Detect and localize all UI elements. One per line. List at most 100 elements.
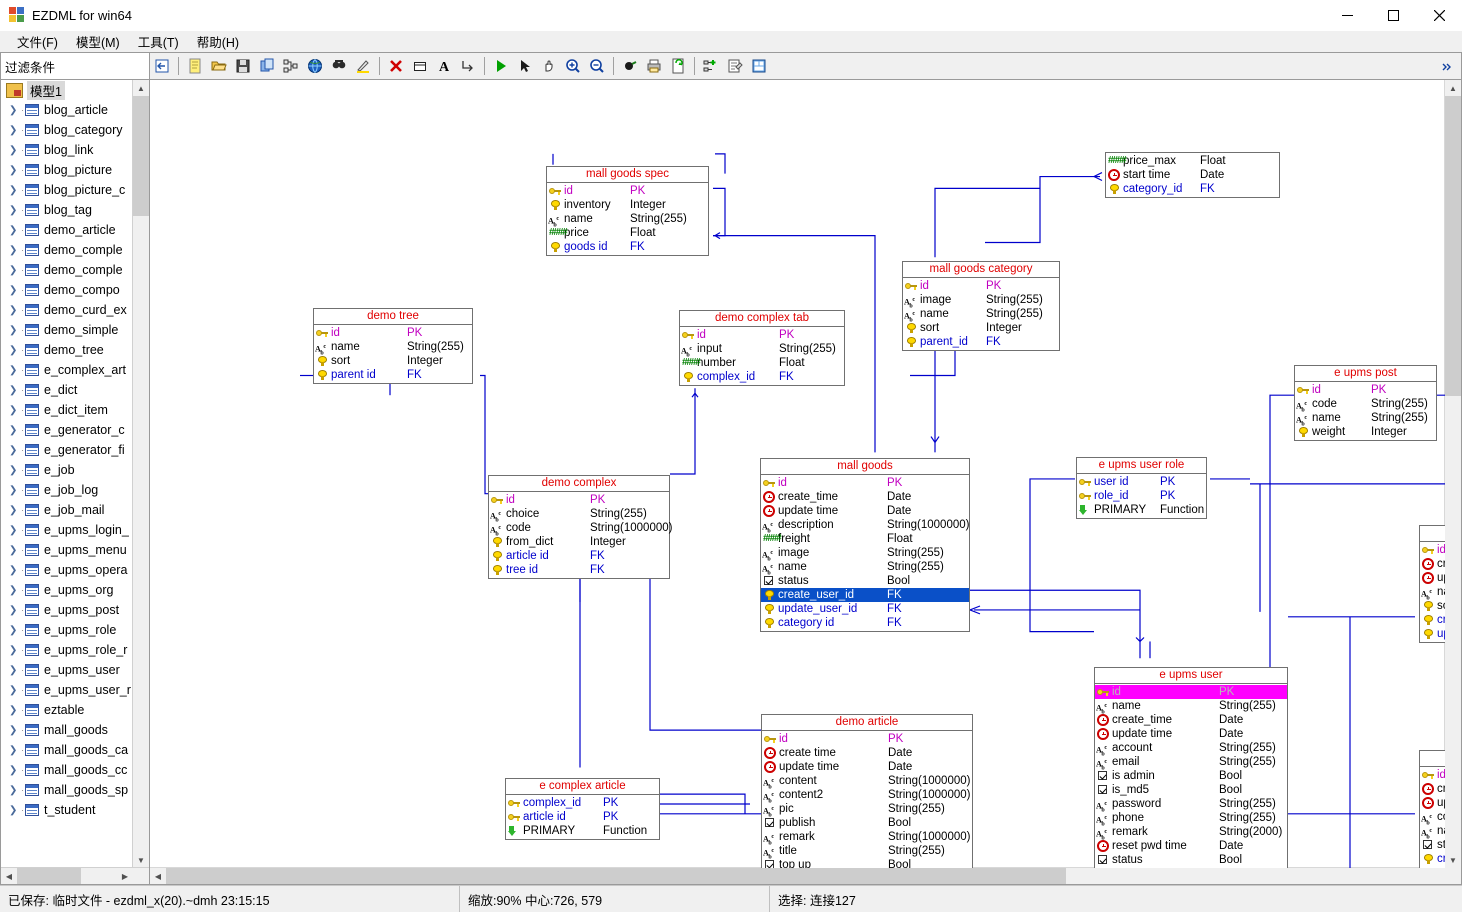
sidebar-item-eztable[interactable]: ❯ · eztable bbox=[1, 700, 149, 720]
chevron-right-icon[interactable]: ❯ bbox=[9, 425, 20, 436]
open-folder-icon[interactable] bbox=[208, 55, 230, 77]
chevron-right-icon[interactable]: ❯ bbox=[9, 585, 20, 596]
entity-field-row[interactable]: #### price Float bbox=[547, 226, 708, 240]
zoom-in-icon[interactable] bbox=[562, 55, 584, 77]
chevron-right-icon[interactable]: ❯ bbox=[9, 685, 20, 696]
sidebar-item-e_generator_c[interactable]: ❯ · e_generator_c bbox=[1, 420, 149, 440]
entity-field-row[interactable]: Abc remark String(1000000) bbox=[762, 830, 972, 846]
entity-field-row[interactable]: from_dict Integer bbox=[489, 535, 669, 549]
entity-table-blog_picture_category[interactable]: blog picture categoryidPKcreate timeDate… bbox=[1419, 525, 1445, 643]
entity-field-row[interactable]: create timeDate bbox=[1420, 782, 1445, 796]
chevron-right-icon[interactable]: ❯ bbox=[9, 185, 20, 196]
entity-field-row[interactable]: Abc content2 String(1000000) bbox=[762, 788, 972, 804]
entity-field-row[interactable]: Abc phone String(255) bbox=[1095, 811, 1287, 827]
entity-field-row[interactable]: id PK bbox=[1095, 685, 1287, 699]
canvas-vertical-scrollbar[interactable]: ▲ ▼ bbox=[1444, 80, 1461, 868]
sidebar-item-e_job[interactable]: ❯ · e_job bbox=[1, 460, 149, 480]
entity-table-demo_complex[interactable]: demo complex id PK Abc choice String(255) Abc c… bbox=[488, 475, 672, 579]
entity-field-row[interactable]: id PK bbox=[547, 184, 708, 198]
entity-field-row[interactable]: id PK bbox=[489, 493, 669, 507]
entity-field-row[interactable]: start time Date bbox=[1106, 168, 1279, 182]
entity-field-row[interactable]: Abcwhite ipString(2000) bbox=[1095, 867, 1287, 868]
entity-field-row[interactable]: Abc description String(1000000) bbox=[761, 518, 969, 534]
menu-help[interactable]: 帮助(H) bbox=[188, 30, 248, 53]
sidebar-horizontal-scrollbar[interactable]: ◀ ▶ bbox=[1, 867, 149, 884]
chevron-right-icon[interactable]: ❯ bbox=[9, 205, 20, 216]
entity-field-row[interactable]: Abc remark String(2000) bbox=[1095, 825, 1287, 841]
entity-field-row[interactable]: id PK bbox=[903, 279, 1059, 293]
sidebar-item-mall_goods_sp[interactable]: ❯ · mall_goods_sp bbox=[1, 780, 149, 800]
sidebar-item-e_upms_login_[interactable]: ❯ · e_upms_login_ bbox=[1, 520, 149, 540]
entity-field-row[interactable]: id PK bbox=[314, 326, 472, 340]
chevron-right-icon[interactable]: ❯ bbox=[9, 485, 20, 496]
chevron-right-icon[interactable]: ❯ bbox=[9, 245, 20, 256]
chevron-right-icon[interactable]: ❯ bbox=[9, 505, 20, 516]
chevron-right-icon[interactable]: ❯ bbox=[9, 305, 20, 316]
entity-field-row[interactable]: Abc code String(1000000) bbox=[489, 521, 672, 537]
chevron-right-icon[interactable]: ❯ bbox=[9, 605, 20, 616]
entity-field-row[interactable]: AbccodeString(255) bbox=[1295, 397, 1436, 413]
entity-table-mall_goods_spec[interactable]: mall goods spec id PK inventory Integer Abc na… bbox=[546, 166, 709, 256]
sidebar-item-demo_simple[interactable]: ❯ · demo_simple bbox=[1, 320, 149, 340]
menu-model[interactable]: 模型(M) bbox=[67, 30, 129, 53]
canvas-vscroll-thumb[interactable] bbox=[1445, 96, 1461, 396]
sidebar-item-e_dict[interactable]: ❯ · e_dict bbox=[1, 380, 149, 400]
entity-table-e_upms_user_role[interactable]: e upms user role user id PK role_id PK PRIMAR… bbox=[1076, 457, 1207, 519]
entity-table-mall_goods_category[interactable]: mall goods category id PK Abc image String(25… bbox=[902, 261, 1060, 351]
entity-field-row[interactable]: AbcnameString(255) bbox=[761, 560, 969, 576]
entity-field-row[interactable]: article id PK bbox=[506, 810, 659, 824]
chevron-right-icon[interactable]: ❯ bbox=[9, 125, 20, 136]
entity-table-mall_goods[interactable]: mall goods id PK create_time Date update time… bbox=[760, 458, 970, 632]
text-note-icon[interactable]: A bbox=[433, 55, 455, 77]
entity-field-row[interactable]: complex_id PK bbox=[506, 796, 659, 810]
entity-field-row[interactable]: create timeDate bbox=[762, 746, 972, 760]
entity-field-row[interactable]: Abc choice String(255) bbox=[489, 507, 669, 523]
entity-field-row[interactable]: AbcnameString(255) bbox=[1420, 824, 1445, 840]
canvas-horizontal-scrollbar[interactable]: ◀ ▶ bbox=[150, 867, 1445, 884]
entity-field-row[interactable]: sort Integer bbox=[903, 321, 1059, 335]
entity-field-row[interactable]: create timeDate bbox=[1420, 557, 1445, 571]
chevron-right-icon[interactable]: ❯ bbox=[9, 365, 20, 376]
scroll-left-icon[interactable]: ◀ bbox=[1, 868, 17, 884]
chevron-right-icon[interactable]: ❯ bbox=[9, 285, 20, 296]
sidebar-item-mall_goods[interactable]: ❯ · mall_goods bbox=[1, 720, 149, 740]
sidebar-item-demo_compo[interactable]: ❯ · demo_compo bbox=[1, 280, 149, 300]
entity-field-row[interactable]: id PK bbox=[762, 732, 972, 746]
run-icon[interactable] bbox=[490, 55, 512, 77]
chevron-right-icon[interactable]: ❯ bbox=[9, 345, 20, 356]
chevron-right-icon[interactable]: ❯ bbox=[9, 805, 20, 816]
canvas-scroll-up-icon[interactable]: ▲ bbox=[1445, 80, 1461, 96]
entity-field-row[interactable]: Abc input String(255) bbox=[680, 342, 844, 358]
new-file-icon[interactable] bbox=[184, 55, 206, 77]
sidebar-item-e_upms_post[interactable]: ❯ · e_upms_post bbox=[1, 600, 149, 620]
chevron-right-icon[interactable]: ❯ bbox=[9, 325, 20, 336]
sidebar-item-e_upms_role[interactable]: ❯ · e_upms_role bbox=[1, 620, 149, 640]
save-icon[interactable] bbox=[232, 55, 254, 77]
entity-field-row[interactable]: create_time Date bbox=[1095, 713, 1287, 727]
entity-field-row[interactable]: AbccodeString(255) bbox=[1420, 810, 1445, 826]
entity-field-row[interactable]: #### freight Float bbox=[761, 532, 969, 546]
scroll-right-icon[interactable]: ▶ bbox=[117, 868, 133, 884]
sidebar-item-blog_tag[interactable]: ❯ · blog_tag bbox=[1, 200, 149, 220]
sidebar-item-e_upms_user[interactable]: ❯ · e_upms_user bbox=[1, 660, 149, 680]
edit-pencil-icon[interactable] bbox=[352, 55, 374, 77]
entity-field-row[interactable]: id PK bbox=[680, 328, 844, 342]
chevron-right-icon[interactable]: ❯ bbox=[9, 725, 20, 736]
save-as-icon[interactable] bbox=[256, 55, 278, 77]
entity-field-row[interactable]: weight Integer bbox=[1295, 425, 1436, 439]
canvas-hscroll-thumb[interactable] bbox=[166, 868, 1066, 884]
sidebar-item-blog_article[interactable]: ❯ · blog_article bbox=[1, 100, 149, 120]
layout-icon[interactable] bbox=[748, 55, 770, 77]
entity-field-row[interactable]: statusBool bbox=[1095, 853, 1287, 867]
entity-field-row[interactable]: Abc title String(255) bbox=[762, 844, 972, 860]
entity-field-row[interactable]: complex_id FK bbox=[680, 370, 844, 384]
entity-field-row[interactable]: Abc content String(1000000) bbox=[762, 774, 972, 790]
entity-field-row[interactable]: statusBool bbox=[1420, 838, 1445, 852]
scroll-up-icon[interactable]: ▲ bbox=[133, 80, 149, 96]
sidebar-item-demo_comple[interactable]: ❯ · demo_comple bbox=[1, 260, 149, 280]
collapse-panel-icon[interactable] bbox=[151, 55, 173, 77]
chevron-right-icon[interactable]: ❯ bbox=[9, 445, 20, 456]
entity-field-row[interactable]: is admin Bool bbox=[1095, 769, 1287, 783]
entity-table-demo_tree[interactable]: demo tree id PK Abc name String(255) sort Integ… bbox=[313, 308, 473, 384]
entity-field-row[interactable]: AbcnameString(255) bbox=[1295, 411, 1436, 427]
